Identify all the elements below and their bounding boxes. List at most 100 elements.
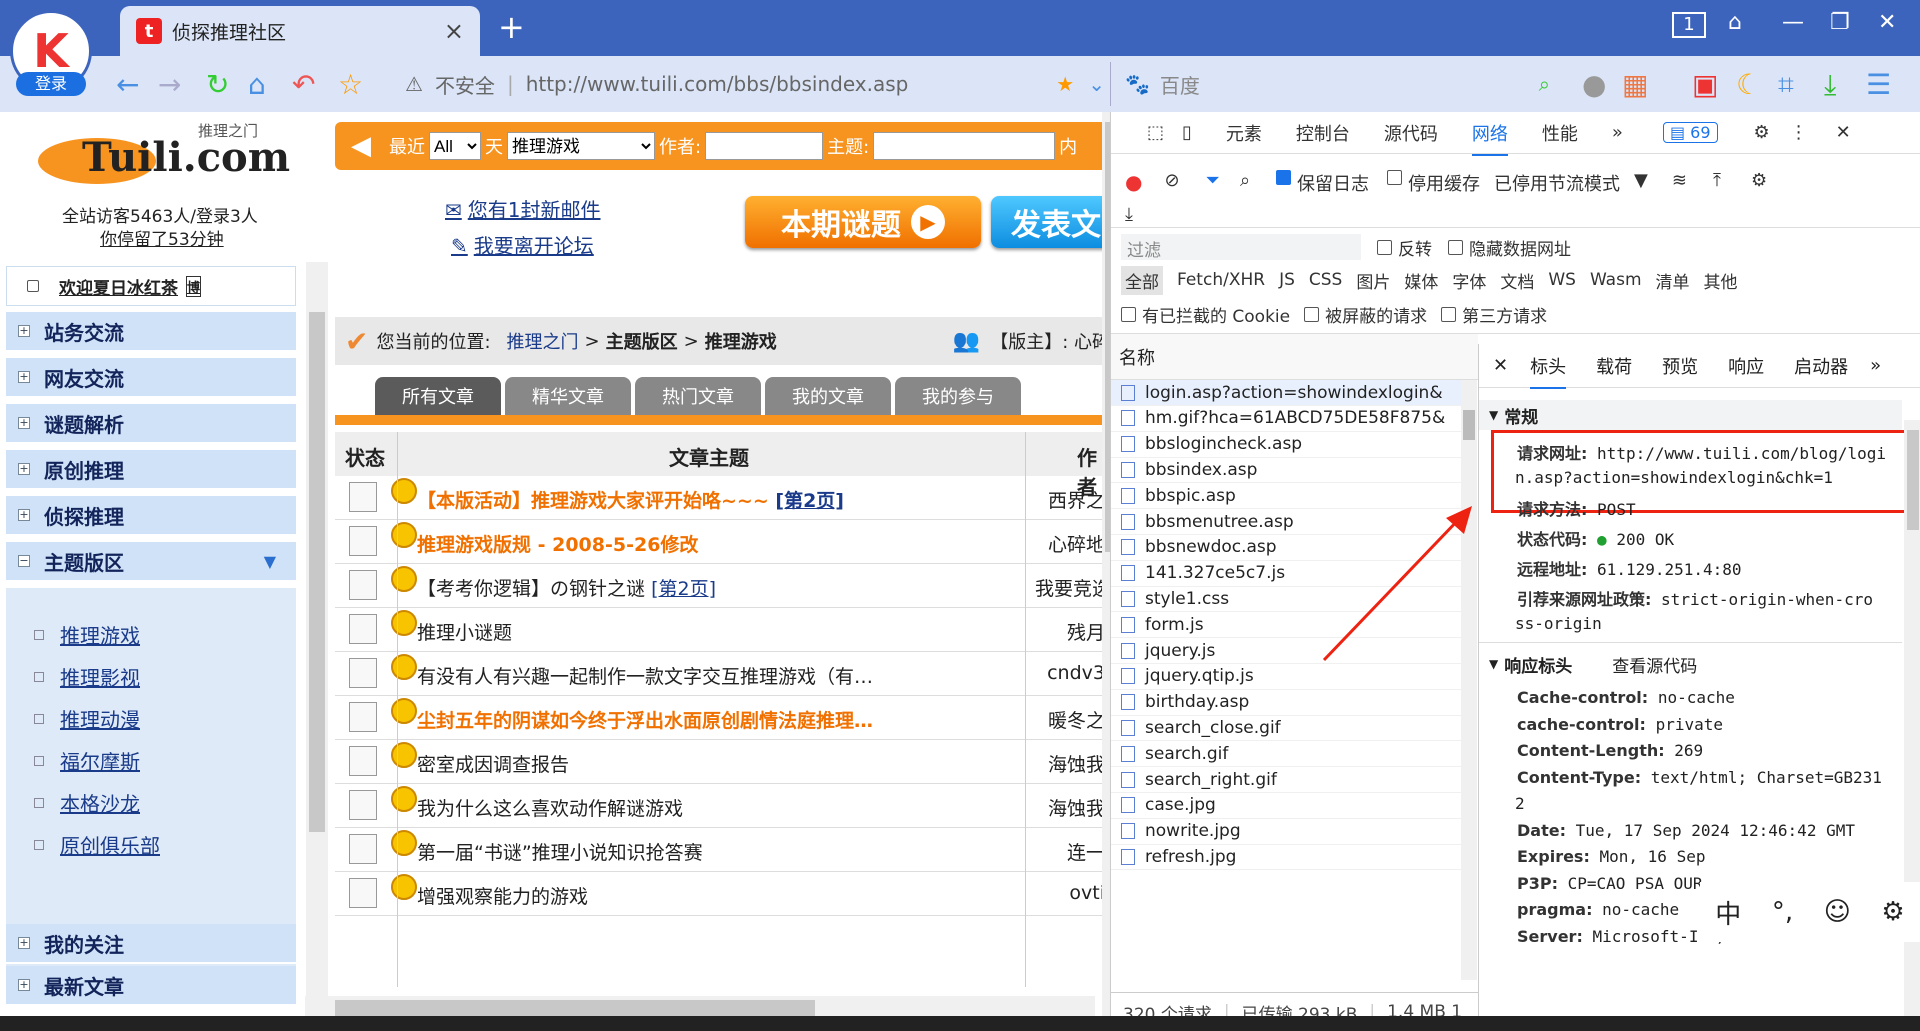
welcome-user[interactable]: 欢迎夏日冰红茶 博 bbox=[6, 266, 296, 306]
close-window-icon[interactable]: ✕ bbox=[1878, 10, 1896, 35]
record-icon[interactable]: ● bbox=[1125, 170, 1142, 194]
blocked-request-checkbox[interactable] bbox=[1304, 306, 1320, 322]
preserve-log-checkbox[interactable] bbox=[1276, 170, 1292, 185]
search-input[interactable]: 🐾 百度 ⌕ bbox=[1110, 62, 1570, 106]
topic-author[interactable]: 海蚀我 bbox=[1035, 750, 1105, 777]
request-row[interactable]: search_right.gif bbox=[1111, 767, 1473, 793]
favorite-icon[interactable]: ☆ bbox=[338, 68, 363, 101]
tab-elements[interactable]: 元素 bbox=[1226, 120, 1262, 146]
table-row[interactable]: 【考考你逻辑】の钢针之谜 [第2页] 我要竞选杭 bbox=[335, 564, 1110, 608]
sidebar-section-3[interactable]: + 原创推理 bbox=[6, 450, 296, 490]
chevron-down-icon[interactable]: ▼ bbox=[1634, 170, 1648, 191]
mail-link[interactable]: ✉ 您有1封新邮件 bbox=[445, 194, 601, 223]
sidebar-section-1[interactable]: + 网友交流 bbox=[6, 358, 296, 398]
name-column-header[interactable]: 名称 bbox=[1111, 334, 1478, 380]
table-row[interactable]: 密室成因调查报告 海蚀我 bbox=[335, 740, 1110, 784]
filter-icon[interactable]: ⏷ bbox=[1206, 170, 1220, 191]
url-field[interactable]: ⚠ 不安全 | http://www.tuili.com/bbs/bbsinde… bbox=[405, 62, 1105, 106]
request-row[interactable]: refresh.jpg bbox=[1111, 844, 1473, 871]
topic-title[interactable]: 密室成因调查报告 bbox=[417, 750, 887, 777]
type-filter[interactable]: JS bbox=[1279, 270, 1295, 290]
night-mode-icon[interactable]: ☾ bbox=[1736, 68, 1761, 101]
arrow-left-icon[interactable]: ◀ bbox=[351, 131, 371, 161]
tab-network[interactable]: 网络 bbox=[1471, 120, 1508, 156]
crumb-board[interactable]: 主题版区 bbox=[606, 328, 678, 354]
network-settings-icon[interactable]: ⚙ bbox=[1751, 170, 1767, 191]
sidebar-my-follow[interactable]: + 我的关注 bbox=[6, 924, 296, 964]
topic-title[interactable]: 【本版活动】推理游戏大家评开始咯~~~ [第2页] bbox=[417, 486, 887, 513]
type-filter[interactable]: 图片 bbox=[1356, 268, 1390, 293]
topic-title[interactable]: 推理小谜题 bbox=[417, 618, 887, 645]
type-filter[interactable]: CSS bbox=[1309, 270, 1342, 290]
bookmark-star-icon[interactable]: ★ bbox=[1056, 72, 1074, 96]
type-filter[interactable]: WS bbox=[1548, 270, 1576, 290]
table-row[interactable]: 增强观察能力的游戏 ovti bbox=[335, 872, 1110, 916]
more-detail-tabs-icon[interactable]: » bbox=[1870, 355, 1881, 376]
search-icon[interactable]: ⌕ bbox=[1539, 72, 1550, 96]
topic-title[interactable]: 我为什么这么喜欢动作解谜游戏 bbox=[417, 794, 887, 821]
clear-icon[interactable]: ⊘ bbox=[1164, 170, 1179, 191]
ime-emoji-icon[interactable]: ☺ bbox=[1824, 897, 1851, 927]
type-filter[interactable]: Wasm bbox=[1590, 270, 1642, 290]
throttle-select[interactable]: 已停用节流模式 bbox=[1494, 170, 1620, 196]
back-icon[interactable]: ← bbox=[116, 68, 139, 101]
sidebar-section-4[interactable]: + 侦探推理 bbox=[6, 496, 296, 536]
request-row[interactable]: bbsindex.asp bbox=[1111, 457, 1473, 484]
issues-badge[interactable]: ▤ 69 bbox=[1662, 122, 1718, 143]
site-logo[interactable]: Tuili.com 推理之门 bbox=[38, 120, 290, 200]
undo-icon[interactable]: ↶ bbox=[292, 68, 315, 101]
apps-grid-icon[interactable]: ▦ bbox=[1622, 68, 1648, 101]
chevron-down-icon[interactable]: ⌄ bbox=[1088, 72, 1105, 96]
tab-featured[interactable]: 精华文章 bbox=[505, 377, 631, 415]
tab-close-icon[interactable]: × bbox=[444, 17, 464, 45]
close-devtools-icon[interactable]: ✕ bbox=[1836, 122, 1851, 143]
table-row[interactable]: 【本版活动】推理游戏大家评开始咯~~~ [第2页] 西界之 bbox=[335, 476, 1110, 520]
author-input[interactable] bbox=[705, 132, 824, 160]
request-row[interactable]: search.gif bbox=[1111, 741, 1473, 768]
minimize-icon[interactable]: — bbox=[1782, 10, 1804, 35]
tab-sources[interactable]: 源代码 bbox=[1384, 120, 1438, 146]
maximize-icon[interactable]: ❐ bbox=[1830, 10, 1850, 35]
table-row[interactable]: 有没有人有兴趣一起制作一款文字交互推理游戏（有报酬... cndv3 bbox=[335, 652, 1110, 696]
sidebar-subitem-2[interactable]: 推理动漫 bbox=[34, 704, 140, 733]
pdf-icon[interactable]: ▣ bbox=[1692, 68, 1718, 101]
request-row[interactable]: bbslogincheck.asp bbox=[1111, 432, 1473, 458]
third-party-checkbox[interactable] bbox=[1441, 306, 1457, 322]
topic-author[interactable]: ovti bbox=[1035, 882, 1105, 904]
request-row[interactable]: birthday.asp bbox=[1111, 690, 1473, 716]
wifi-icon[interactable]: ≋ bbox=[1672, 170, 1687, 191]
days-select[interactable]: All bbox=[429, 132, 481, 160]
filter-input[interactable]: 过滤 bbox=[1121, 234, 1361, 261]
sidebar-section-5[interactable]: − 主题版区 ▼ bbox=[6, 542, 296, 582]
extension-ball-icon[interactable]: ● bbox=[1582, 68, 1606, 101]
request-row[interactable]: nowrite.jpg bbox=[1111, 819, 1473, 845]
view-source-link[interactable]: 查看源代码 bbox=[1612, 652, 1697, 677]
type-filter[interactable]: 媒体 bbox=[1404, 268, 1438, 293]
window-count-icon[interactable]: 1 bbox=[1672, 12, 1706, 38]
type-filter[interactable]: 其他 bbox=[1704, 268, 1738, 293]
tab-headers[interactable]: 标头 bbox=[1530, 344, 1567, 389]
request-row[interactable]: search_close.gif bbox=[1111, 715, 1473, 742]
current-puzzle-button[interactable]: 本期谜题 ▶ bbox=[745, 196, 981, 248]
home-icon[interactable]: ⌂ bbox=[248, 68, 266, 101]
response-headers-header[interactable]: ▼ 响应标头 查看源代码 bbox=[1479, 648, 1902, 680]
type-filter[interactable]: 全部 bbox=[1121, 265, 1163, 295]
type-filter[interactable]: 文档 bbox=[1500, 268, 1534, 293]
page-scrollbar[interactable] bbox=[1102, 112, 1110, 1031]
tab-all-articles[interactable]: 所有文章 bbox=[375, 377, 501, 415]
topic-author[interactable]: 海蚀我 bbox=[1035, 794, 1105, 821]
table-row[interactable]: 尘封五年的阴谋如今终于浮出水面原创剧情法庭推理《这... 暖冬之 bbox=[335, 696, 1110, 740]
topic-author[interactable]: 西界之 bbox=[1035, 486, 1105, 513]
request-row[interactable]: case.jpg bbox=[1111, 793, 1473, 819]
device-icon[interactable]: ▯ bbox=[1182, 122, 1192, 143]
shirt-icon[interactable]: ⌂ bbox=[1728, 10, 1742, 35]
tab-preview[interactable]: 预览 bbox=[1662, 353, 1698, 379]
crumb-home[interactable]: 推理之门 bbox=[507, 328, 579, 354]
sidebar-subitem-4[interactable]: 本格沙龙 bbox=[34, 788, 140, 817]
close-detail-icon[interactable]: ✕ bbox=[1493, 355, 1508, 376]
request-row[interactable]: hm.gif?hca=61ABCD75DE58F875& bbox=[1111, 406, 1473, 432]
tab-payload[interactable]: 载荷 bbox=[1596, 353, 1632, 379]
sidebar-subitem-1[interactable]: 推理影视 bbox=[34, 662, 140, 691]
hide-data-checkbox[interactable] bbox=[1448, 239, 1463, 255]
tab-response[interactable]: 响应 bbox=[1728, 353, 1764, 379]
